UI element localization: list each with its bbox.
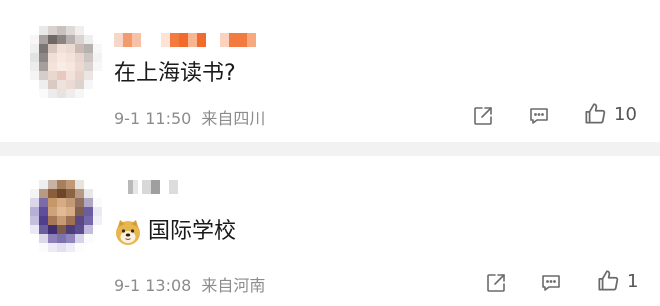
thumbs-up-icon	[585, 103, 606, 124]
comment-location: 来自河南	[201, 276, 266, 295]
share-button[interactable]	[484, 271, 508, 295]
comment-divider	[0, 142, 660, 156]
comment-icon	[542, 275, 560, 291]
comment-time: 9-1 13:08	[114, 276, 192, 295]
thumbs-up-icon	[598, 270, 619, 291]
comment-button[interactable]	[539, 271, 563, 295]
comment-meta: 9-1 11:50 来自四川	[114, 105, 265, 129]
username-redacted[interactable]	[128, 180, 178, 194]
comment-meta: 9-1 13:08 来自河南	[114, 272, 265, 296]
avatar[interactable]	[30, 26, 102, 98]
like-count: 10	[614, 103, 637, 125]
avatar[interactable]	[30, 180, 102, 252]
comment-item: 在上海读书? 9-1 11:50 来自四川 10	[0, 0, 660, 142]
doge-emoji	[116, 220, 140, 245]
like-button[interactable]: 1	[595, 268, 638, 294]
like-count: 1	[627, 270, 639, 292]
comment-button[interactable]	[527, 104, 551, 128]
comment-time: 9-1 11:50	[114, 109, 192, 128]
username-redacted[interactable]	[114, 33, 256, 47]
share-icon	[474, 107, 492, 125]
comment-text-content: 在上海读书?	[114, 61, 236, 86]
share-button[interactable]	[471, 104, 495, 128]
comment-text-content: 国际学校	[148, 219, 237, 244]
comment-location: 来自四川	[201, 109, 266, 128]
comment-item: 国际学校 9-1 13:08 来自河南 1	[0, 156, 660, 306]
comment-text: 国际学校	[114, 218, 236, 246]
like-button[interactable]: 10	[582, 101, 637, 127]
share-icon	[487, 274, 505, 292]
comment-text: 在上海读书?	[114, 60, 236, 88]
comment-icon	[530, 108, 548, 124]
